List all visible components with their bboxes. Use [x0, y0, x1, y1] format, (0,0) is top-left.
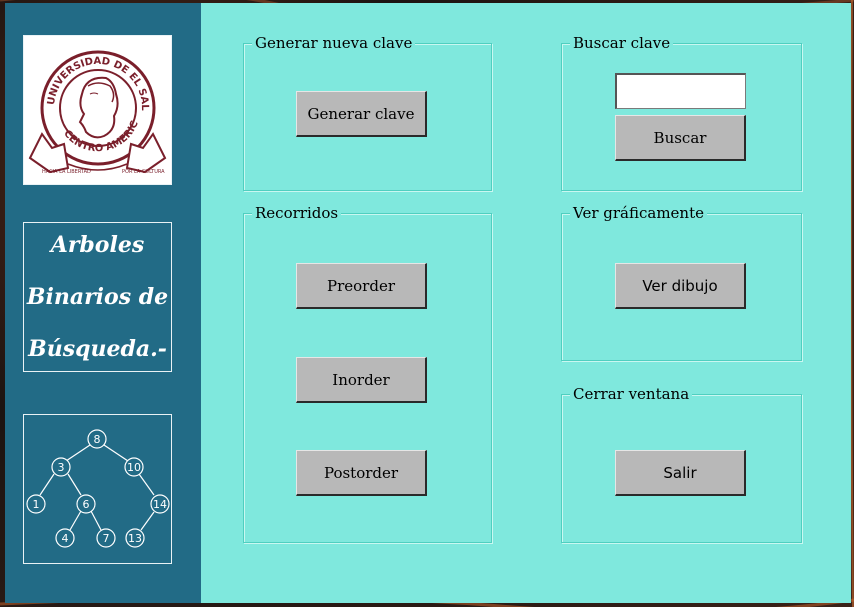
svg-text:HACIA LA LIBERTAD: HACIA LA LIBERTAD	[42, 169, 91, 175]
view-graphic-group: Ver gráficamente Ver dibujo	[561, 205, 802, 361]
tree-node: 13	[128, 532, 142, 545]
close-window-group: Cerrar ventana Salir	[561, 386, 802, 543]
traversals-group: Recorridos Preorder Inorder Postorder	[243, 205, 492, 543]
university-logo: UNIVERSIDAD DE EL SALVADOR CENTRO AMERIC…	[20, 28, 172, 185]
app-title-panel: Arboles Binarios de Búsqueda.-	[23, 222, 172, 372]
app-title-line-3: Búsqueda.-	[28, 336, 167, 362]
generate-key-group: Generar nueva clave Generar clave	[243, 35, 492, 191]
tree-node: 7	[103, 532, 110, 545]
tree-node: 8	[94, 433, 101, 446]
binary-tree-illustration: 8 3 10 1 6 14 4 7 13	[23, 414, 172, 564]
tree-diagram: 8 3 10 1 6 14 4 7 13	[26, 429, 170, 548]
tree-node: 4	[62, 532, 69, 545]
main-window: UNIVERSIDAD DE EL SALVADOR CENTRO AMERIC…	[5, 3, 851, 603]
search-key-input[interactable]	[615, 73, 746, 109]
exit-button[interactable]: Salir	[615, 450, 746, 496]
tree-node: 14	[153, 498, 167, 511]
traversals-group-title: Recorridos	[252, 205, 342, 221]
preorder-button[interactable]: Preorder	[296, 263, 427, 309]
tree-node: 10	[127, 461, 141, 474]
tree-node: 3	[58, 461, 65, 474]
tree-node: 6	[83, 498, 90, 511]
search-button[interactable]: Buscar	[615, 115, 746, 161]
inorder-button[interactable]: Inorder	[296, 357, 427, 403]
sidebar: UNIVERSIDAD DE EL SALVADOR CENTRO AMERIC…	[5, 3, 201, 603]
postorder-button[interactable]: Postorder	[296, 450, 427, 496]
close-window-group-title: Cerrar ventana	[570, 386, 693, 402]
generate-key-group-title: Generar nueva clave	[252, 35, 416, 51]
search-key-group-title: Buscar clave	[570, 35, 674, 51]
app-title-line-2: Binarios de	[26, 284, 169, 310]
generate-key-button[interactable]: Generar clave	[296, 91, 427, 137]
app-title-line-1: Arboles	[50, 232, 145, 258]
tree-node: 1	[33, 498, 40, 511]
svg-text:POR LA CULTURA: POR LA CULTURA	[122, 169, 165, 175]
search-key-group: Buscar clave Buscar	[561, 35, 802, 191]
view-drawing-button[interactable]: Ver dibujo	[615, 263, 746, 309]
view-graphic-group-title: Ver gráficamente	[570, 205, 708, 221]
